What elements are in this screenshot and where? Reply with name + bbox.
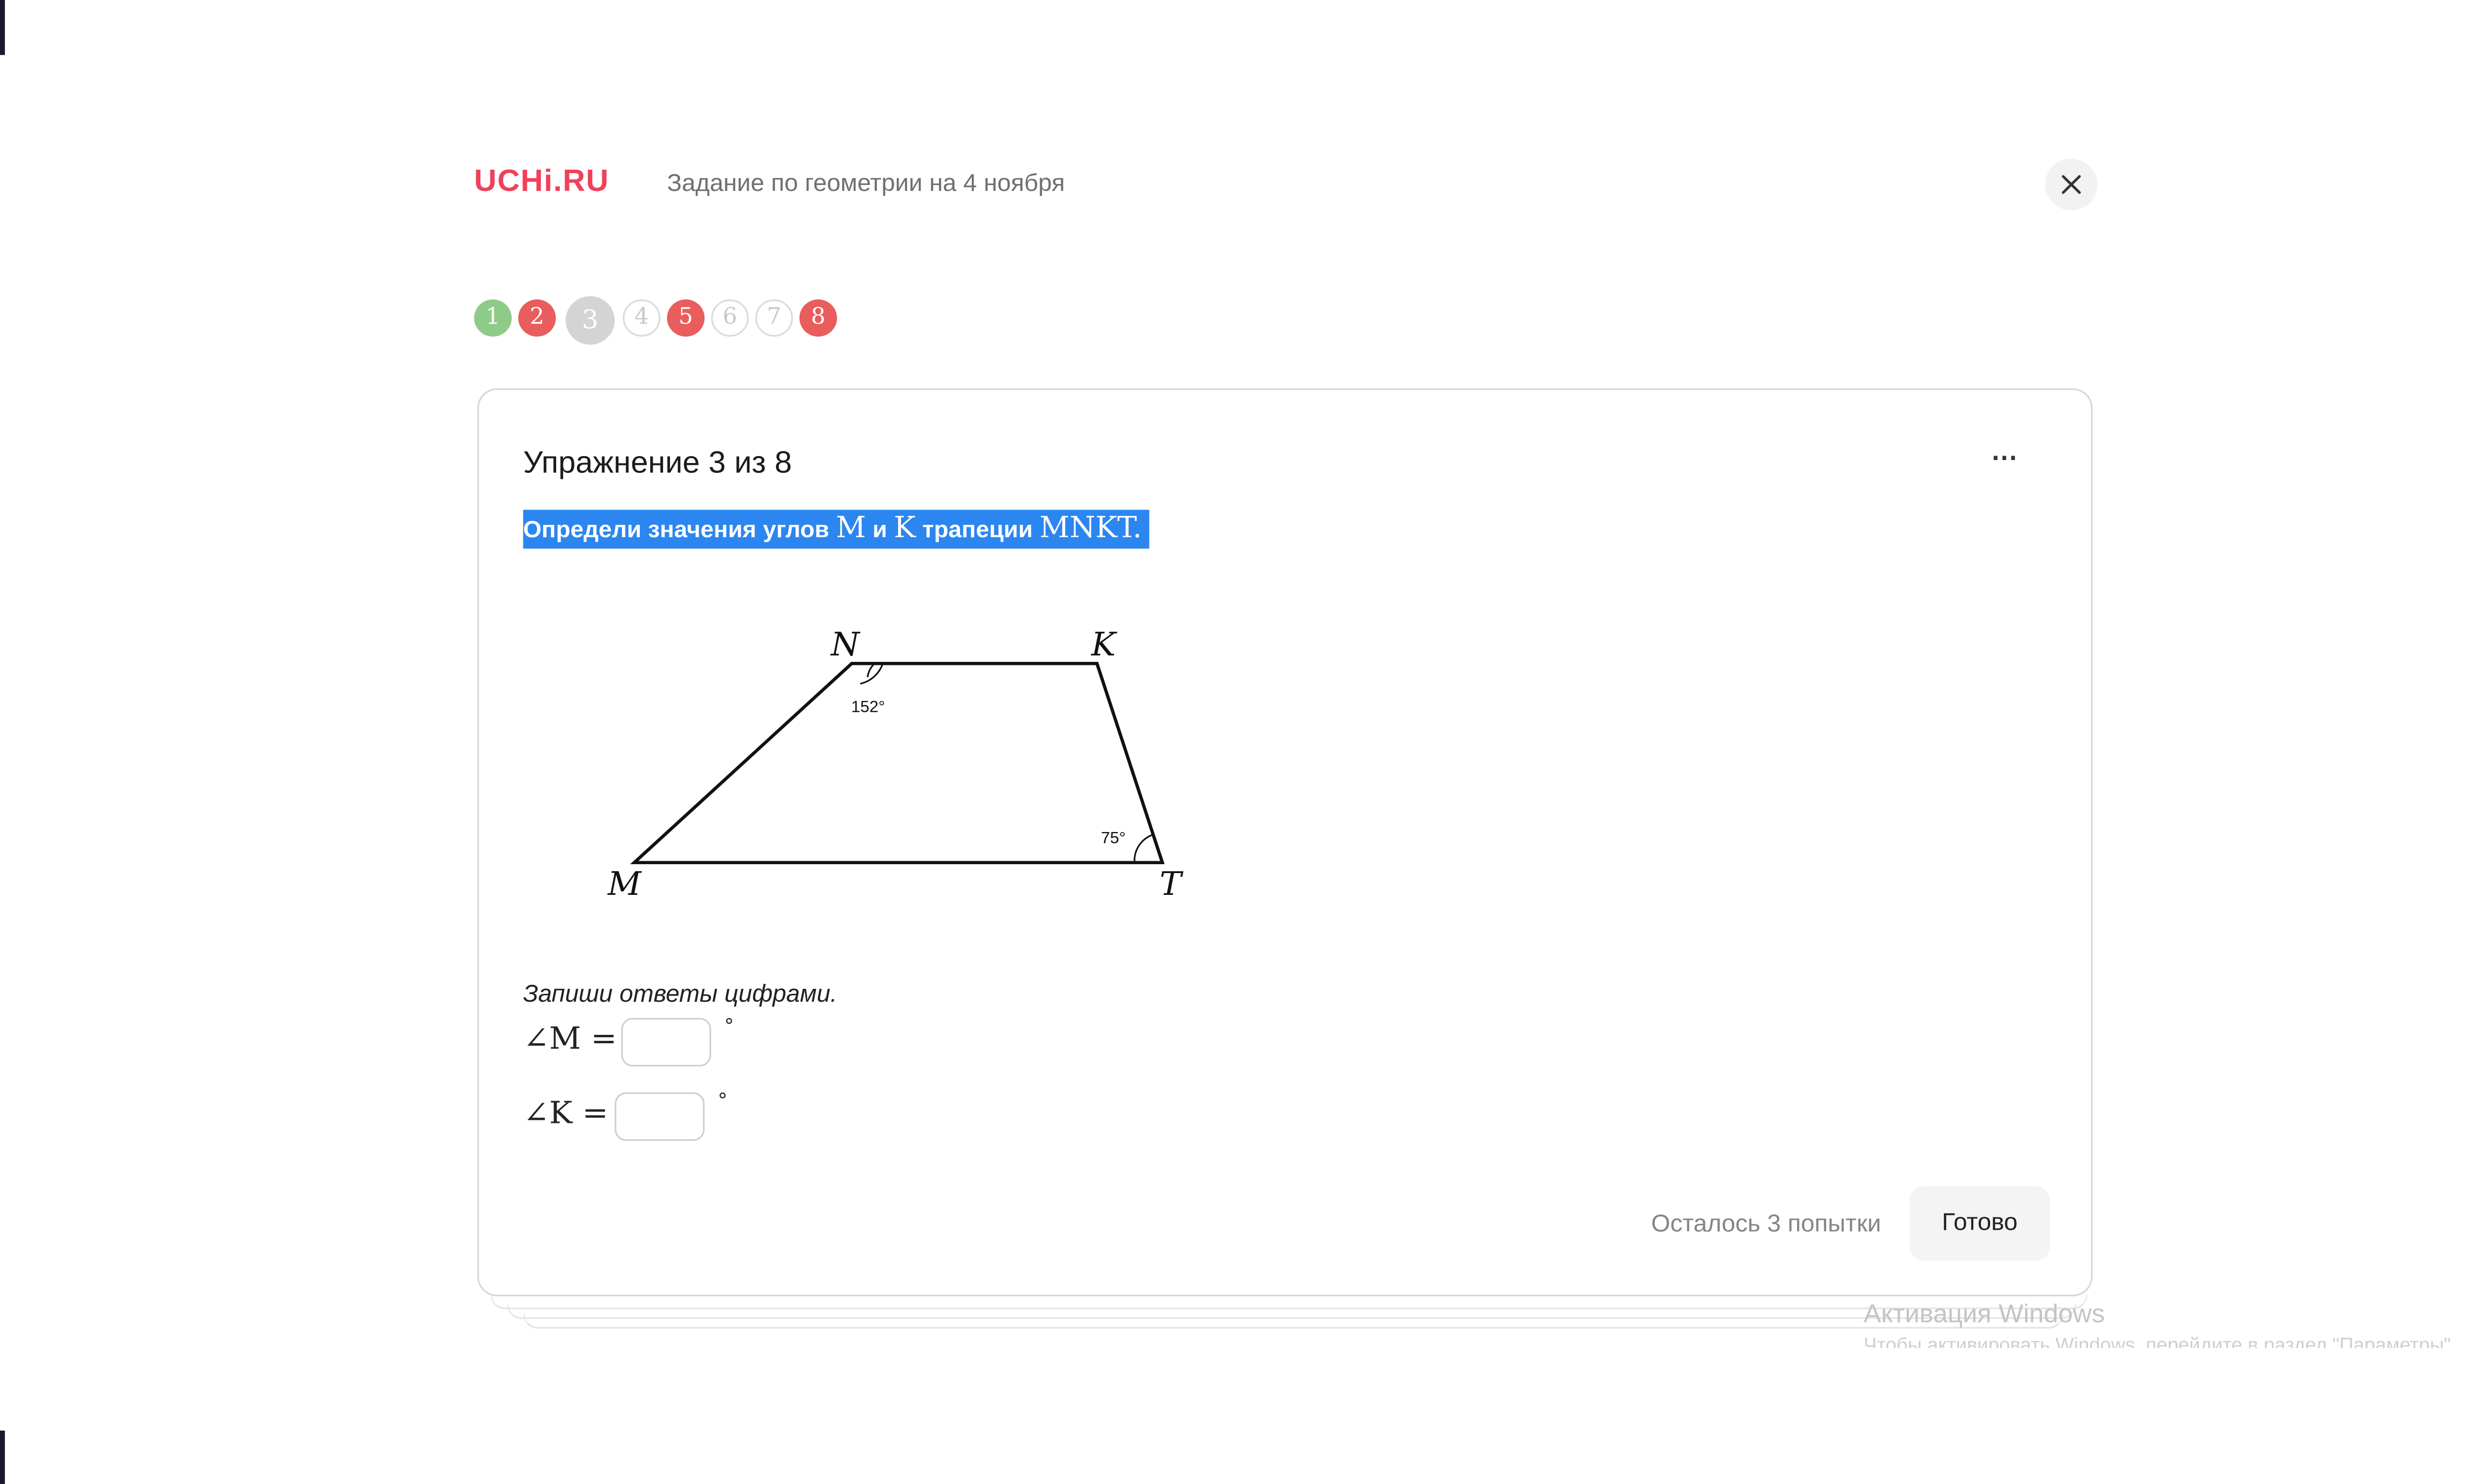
answer-label: ∠M =: [523, 1021, 617, 1057]
answer-label: ∠K =: [523, 1095, 609, 1131]
screen-edge-mark: [0, 0, 5, 55]
angle-label-t: 75°: [1101, 829, 1126, 847]
angle-label-n: 152°: [851, 697, 885, 716]
step-3-current[interactable]: 3: [566, 296, 615, 345]
step-6[interactable]: 6: [711, 299, 749, 337]
step-1[interactable]: 1: [474, 299, 512, 337]
close-icon: [2062, 175, 2081, 194]
more-options-icon[interactable]: ⋯: [1991, 442, 2019, 474]
step-5[interactable]: 5: [667, 299, 705, 337]
vertex-label-k: K: [1091, 625, 1118, 663]
angle-arc-n: [866, 663, 875, 678]
attempts-remaining: Осталось 3 попытки: [1651, 1210, 1881, 1238]
vertex-label-m: M: [607, 865, 642, 903]
logo[interactable]: UCHi.RU: [474, 165, 609, 201]
trapezoid-shape: [630, 662, 1165, 864]
question-part: .: [1133, 511, 1142, 546]
windows-activation-watermark: Активация Windows: [1863, 1301, 2105, 1329]
question-part: трапеции: [915, 517, 1040, 544]
question-variable: K: [894, 511, 916, 546]
vertex-label-n: N: [830, 625, 860, 663]
step-8[interactable]: 8: [799, 299, 837, 337]
question-variable: M: [836, 511, 866, 546]
angle-m-input[interactable]: [621, 1018, 712, 1067]
page-stage: UCHi.RU Задание по геометрии на 4 ноября…: [0, 0, 2474, 1484]
page-title: Задание по геометрии на 4 ноября: [667, 170, 1065, 198]
degree-sign: °: [717, 1089, 728, 1112]
exercise-title: Упражнение 3 из 8: [523, 446, 792, 481]
windows-activation-subtitle: Чтобы активировать Windows, перейдите в …: [1863, 1335, 2457, 1348]
vertex-label-t: T: [1160, 865, 1184, 903]
step-4[interactable]: 4: [622, 299, 661, 337]
question-part: Определи значения углов: [523, 517, 836, 544]
card-stack-edge: [490, 1295, 2088, 1309]
question-variable: MNKT: [1039, 511, 1133, 546]
submit-button[interactable]: Готово: [1909, 1186, 2050, 1261]
exercise-card: Упражнение 3 из 8 ⋯ Определи значения уг…: [477, 388, 2093, 1297]
step-7[interactable]: 7: [755, 299, 793, 337]
trapezoid-figure: N K M T 152° 75°: [607, 625, 1184, 903]
angle-arc-t: [1134, 834, 1154, 863]
question-text-selected: Определи значения углов M и K трапеции M…: [523, 510, 1149, 549]
close-button[interactable]: [2045, 158, 2098, 211]
degree-sign: °: [724, 1015, 734, 1038]
step-2[interactable]: 2: [518, 299, 556, 337]
angle-k-input[interactable]: [615, 1092, 705, 1141]
instruction-text: Запиши ответы цифрами.: [523, 980, 837, 1009]
question-part: и: [866, 517, 894, 544]
screen-edge-mark: [0, 1431, 5, 1484]
